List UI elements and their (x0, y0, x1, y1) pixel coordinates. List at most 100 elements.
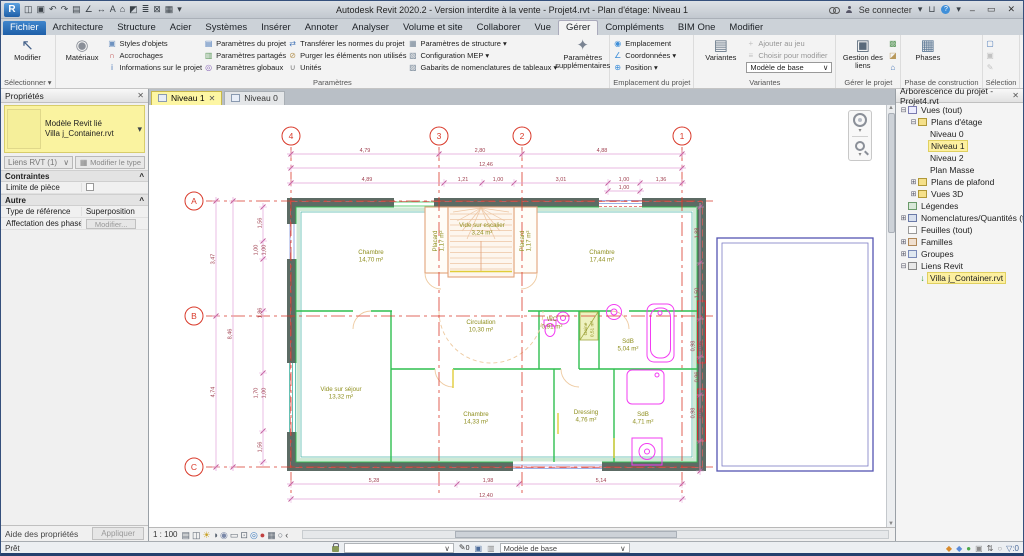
edit-type-button[interactable]: ▦ Modifier le type (75, 156, 145, 169)
menu-tab-analyser[interactable]: Analyser (345, 21, 396, 35)
undo-icon[interactable]: ↶ (49, 5, 57, 14)
switch-windows-icon[interactable]: ▦ (165, 5, 174, 14)
menu-tab-architecture[interactable]: Architecture (46, 21, 111, 35)
ribbon-item-param-tres-du-projet[interactable]: ▤Paramètres du projet (204, 38, 286, 49)
ribbon-item-emplacement[interactable]: ◉Emplacement (613, 38, 676, 49)
ribbon-item-transf-rer-les-normes-du-projet[interactable]: ⇄Transférer les normes du projet (288, 38, 406, 49)
scale-control[interactable]: 1 : 100 (153, 530, 177, 539)
tree-item-plans-de-plafond[interactable]: ⊞Plans de plafond (896, 176, 1023, 188)
tree-item-plan-masse[interactable]: Plan Masse (896, 164, 1023, 176)
scroll-up-icon[interactable]: ▲ (888, 105, 894, 111)
help-icon[interactable]: ? (941, 5, 950, 14)
property-value[interactable]: Superposition (82, 207, 148, 216)
menu-tab-volume-et-site[interactable]: Volume et site (396, 21, 470, 35)
menu-tab-fichier[interactable]: Fichier (3, 21, 46, 35)
apply-button[interactable]: Appliquer (92, 527, 144, 540)
menu-tab-collaborer[interactable]: Collaborer (470, 21, 528, 35)
floor-plan-drawing[interactable]: 4321ABC4,792,804,8812,464,891,211,003,01… (149, 105, 886, 527)
press-drag-icon[interactable]: ○ (997, 544, 1002, 553)
print-icon[interactable]: ▤ (72, 5, 81, 14)
section-collapse-icon[interactable]: ^ (139, 172, 144, 181)
collapse-icon[interactable]: ⊟ (909, 118, 918, 126)
ribbon-item-param-tres-partag-s[interactable]: ▥Paramètres partagés (204, 50, 286, 61)
wheel-caret-icon[interactable]: ▾ (858, 129, 861, 134)
menu-tab-modifier[interactable]: Modifier (722, 21, 770, 35)
ribbon-dropdown-mod-le-de-base[interactable]: Modèle de base∨ (746, 62, 832, 73)
menu-tab-acier[interactable]: Acier (163, 21, 199, 35)
ribbon-item-param-tres-de-structure[interactable]: ▦Paramètres de structure ▾ (408, 38, 557, 49)
open-icon[interactable]: ◫ (24, 5, 33, 14)
redo-icon[interactable]: ↷ (61, 5, 69, 14)
thin-lines-icon[interactable]: ≣ (142, 5, 150, 14)
app-menu-button[interactable]: R (4, 3, 20, 17)
sign-in-caret-icon[interactable]: ▾ (918, 5, 923, 14)
tree-item-villa-j-container-rvt[interactable]: ↓Villa j_Container.rvt (896, 272, 1023, 284)
main-model-icon[interactable]: ▥ (487, 544, 495, 553)
ribbon-button-mat-riaux[interactable]: ◉Matériaux (59, 36, 106, 62)
collapse-icon[interactable]: ⊟ (899, 106, 908, 114)
view-tab-niveau-0[interactable]: Niveau 0 (224, 91, 285, 105)
properties-section-autre[interactable]: Autre^ (1, 194, 148, 206)
property-value[interactable]: Modifier... (82, 219, 148, 229)
ribbon-item-decal[interactable]: ◪ (888, 50, 897, 61)
menu-tab-compl-ments[interactable]: Compléments (598, 21, 671, 35)
ribbon-item-coordonn-es[interactable]: ∠Coordonnées ▾ (613, 50, 676, 61)
properties-close-icon[interactable]: ✕ (137, 91, 144, 100)
central-model-icon[interactable]: ▣ (975, 544, 983, 553)
ribbon-item-accrochages[interactable]: ∩Accrochages (108, 50, 203, 61)
expand-icon[interactable]: ⊞ (899, 214, 908, 222)
view-tab-close-icon[interactable]: ✕ (209, 94, 216, 103)
tree-item-groupes[interactable]: ⊞Groupes (896, 248, 1023, 260)
tree-item-niveau-1[interactable]: Niveau 1 (896, 140, 1023, 152)
toggle-select-icon[interactable]: ⇅ (987, 544, 994, 553)
text-icon[interactable]: A (110, 5, 116, 14)
zoom-caret-icon[interactable]: ▾ (858, 153, 861, 158)
properties-help-link[interactable]: Aide des propriétés (5, 529, 78, 539)
ribbon-button-phases[interactable]: ▦Phases (904, 36, 951, 62)
tree-item-plans-d-tage[interactable]: ⊟Plans d'étage (896, 116, 1023, 128)
temporary-hide-icon[interactable]: ◎ (250, 530, 258, 540)
close-button[interactable]: ✕ (1004, 4, 1018, 15)
menu-tab-bim-one[interactable]: BIM One (671, 21, 723, 35)
menu-tab-syst-mes[interactable]: Systèmes (198, 21, 254, 35)
temporary-view-icon[interactable]: ▦ (267, 530, 276, 540)
expand-icon[interactable]: ⊞ (909, 190, 918, 198)
ribbon-item-purger-les-l-ments-non-utilis-s[interactable]: ⊘Purger les éléments non utilisés (288, 50, 406, 61)
ribbon-item-startview[interactable]: ⌂ (888, 62, 897, 73)
minimize-button[interactable]: – (967, 5, 978, 15)
ribbon-button-param-tres-suppl-mentaires[interactable]: ✦Paramètres supplémentaires (559, 36, 606, 71)
horizontal-scroll-thumb[interactable] (455, 531, 677, 538)
ribbon-item-unit-s[interactable]: ∪Unités (288, 62, 406, 73)
expand-icon[interactable]: ⊞ (899, 238, 908, 246)
default-3d-view-icon[interactable]: ⌂ (120, 5, 125, 14)
expand-icon[interactable]: ⊞ (899, 250, 908, 258)
tree-item-nomenclatures-quantit-s-tout[interactable]: ⊞Nomenclatures/Quantités (tout) (896, 212, 1023, 224)
worksharing-lock-icon[interactable] (332, 546, 339, 552)
properties-filter-dropdown[interactable]: Liens RVT (1)∨ (4, 156, 73, 169)
tree-item-l-gendes[interactable]: Légendes (896, 200, 1023, 212)
ribbon-button-variantes[interactable]: ▤Variantes (697, 36, 744, 62)
section-collapse-icon[interactable]: ^ (139, 196, 144, 205)
menu-tab-structure[interactable]: Structure (110, 21, 163, 35)
design-options-icon[interactable]: ▣ (475, 544, 483, 553)
rendering-icon[interactable]: ◉ (220, 530, 228, 540)
menu-tab-g-rer[interactable]: Gérer (558, 20, 598, 35)
ribbon-item-configuration-mep[interactable]: ▧Configuration MEP ▾ (408, 50, 557, 61)
tree-item-liens-revit[interactable]: ⊟Liens Revit (896, 260, 1023, 272)
store-cart-icon[interactable]: ⊔ (928, 5, 935, 14)
design-option-dropdown[interactable]: Modèle de base∨ (500, 543, 630, 553)
sun-path-icon[interactable]: ☀ (203, 530, 211, 540)
tree-item-vues-3d[interactable]: ⊞Vues 3D (896, 188, 1023, 200)
expand-icon[interactable]: ⊞ (909, 178, 918, 186)
menu-tab-vue[interactable]: Vue (527, 21, 558, 35)
section-icon[interactable]: ◩ (129, 5, 138, 14)
menu-tab-ins-rer[interactable]: Insérer (254, 21, 298, 35)
detail-level-icon[interactable]: ▤ (181, 530, 190, 540)
ribbon-item-param-tres-globaux[interactable]: ◎Paramètres globaux (204, 62, 286, 73)
ribbon-item-styles-d-objets[interactable]: ▣Styles d'objets (108, 38, 203, 49)
property-value[interactable] (82, 183, 148, 193)
crop-view-icon[interactable]: ▭ (230, 530, 239, 540)
shadows-icon[interactable]: ◑ (213, 530, 218, 540)
ribbon-item-informations-sur-le-projet[interactable]: iInformations sur le projet (108, 62, 203, 73)
reveal-hidden-icon[interactable]: ● (260, 530, 265, 540)
